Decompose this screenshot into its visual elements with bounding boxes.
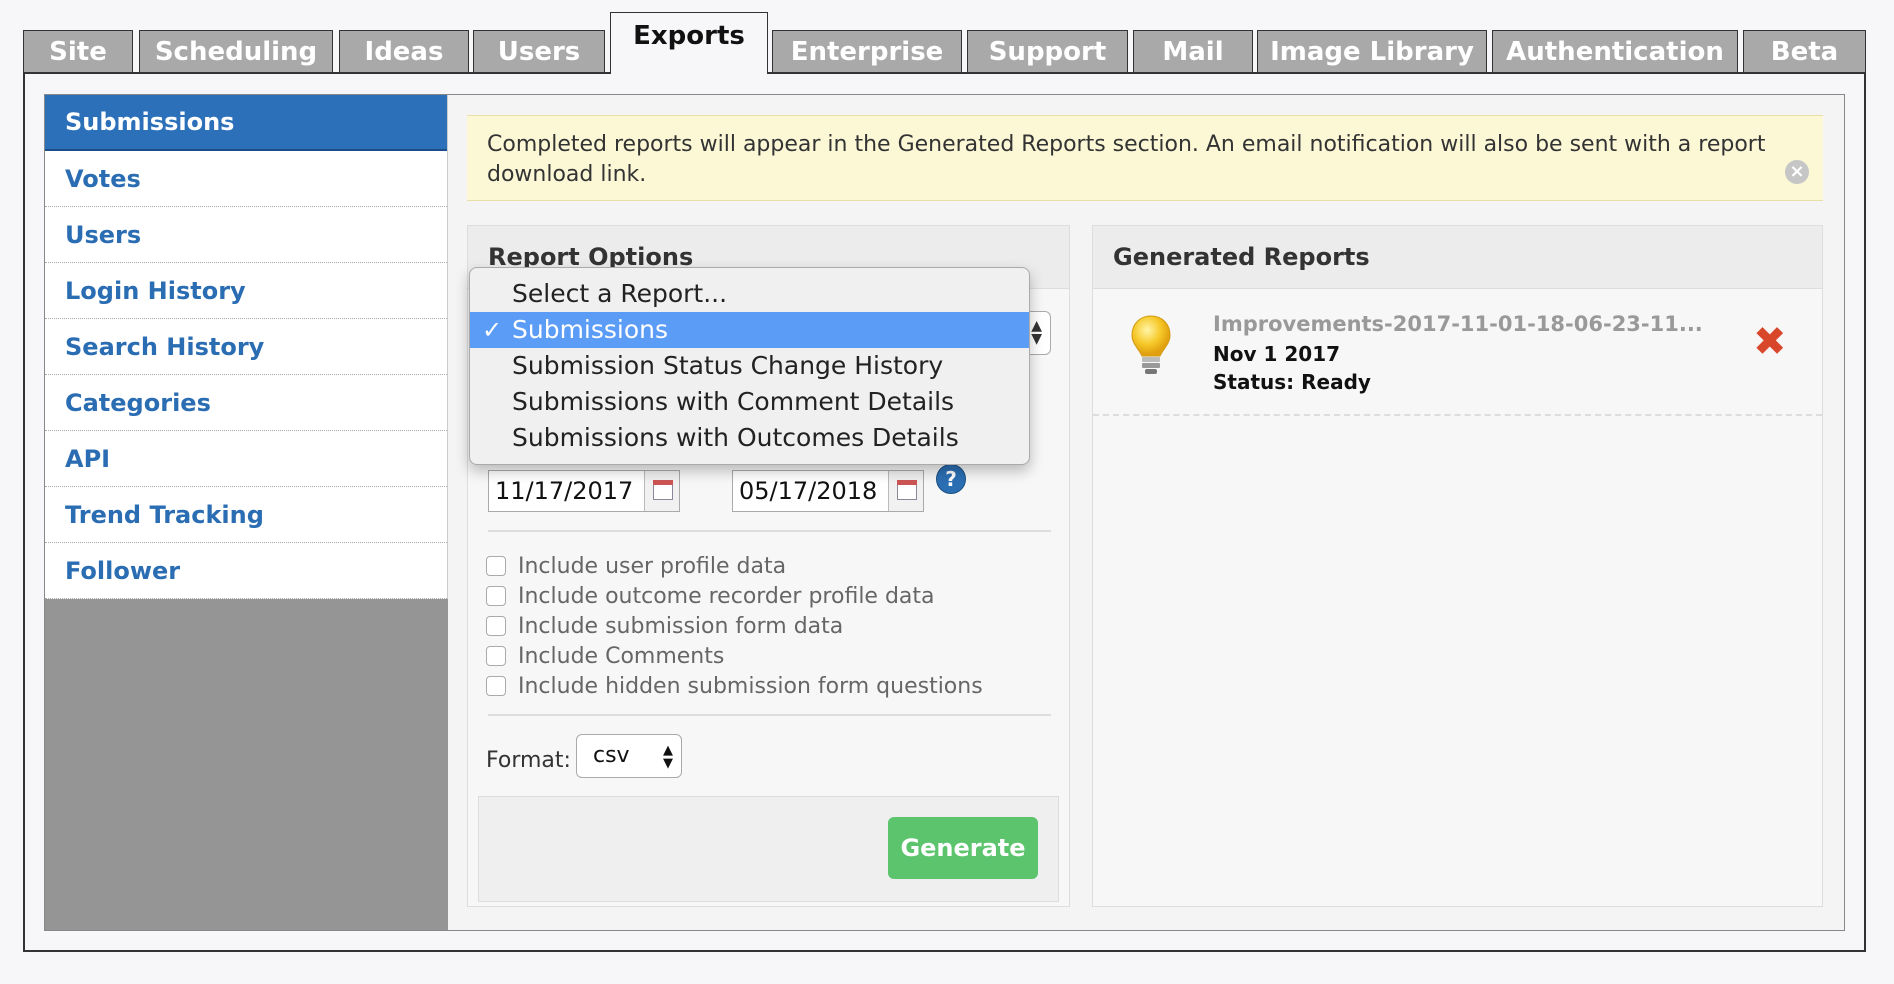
date-to-input[interactable]: 05/17/2018 <box>732 470 924 512</box>
checkbox[interactable] <box>486 586 506 606</box>
checkbox-label: Include hidden submission form questions <box>518 673 983 699</box>
tab-site[interactable]: Site <box>23 30 133 72</box>
checkbox[interactable] <box>486 616 506 636</box>
dropdown-option[interactable]: Submissions with Outcomes Details <box>470 420 1029 456</box>
generate-area: Generate <box>478 796 1059 902</box>
tab-enterprise[interactable]: Enterprise <box>772 30 962 72</box>
calendar-icon[interactable] <box>888 471 923 511</box>
tab-authentication[interactable]: Authentication <box>1492 30 1738 72</box>
generated-reports-title: Generated Reports <box>1093 226 1822 289</box>
option-label: Submissions with Outcomes Details <box>512 423 959 452</box>
sidebar: Submissions Votes Users Login History Se… <box>45 95 448 930</box>
delete-icon[interactable]: ✖ <box>1753 322 1787 362</box>
option-label: Select a Report... <box>512 279 728 308</box>
select-arrows-icon: ▲ ▼ <box>1031 318 1042 347</box>
alert-text: Completed reports will appear in the Gen… <box>487 132 1766 187</box>
checkbox-label: Include Comments <box>518 643 725 669</box>
sidebar-item-login-history[interactable]: Login History <box>45 263 447 319</box>
checkbox-label: Include submission form data <box>518 613 844 639</box>
checkbox[interactable] <box>486 556 506 576</box>
select-arrows-icon: ▲ ▼ <box>663 743 673 771</box>
tab-exports[interactable]: Exports <box>610 12 768 74</box>
tab-users[interactable]: Users <box>473 30 605 72</box>
dropdown-option[interactable]: Select a Report... <box>470 276 1029 312</box>
help-icon[interactable]: ? <box>936 464 966 494</box>
checkbox-include-user-profile[interactable]: Include user profile data <box>486 551 786 581</box>
calendar-icon[interactable] <box>644 471 679 511</box>
sidebar-item-follower[interactable]: Follower <box>45 543 447 599</box>
format-label: Format: <box>486 748 571 773</box>
checkmark-icon: ✓ <box>482 316 503 344</box>
tab-beta[interactable]: Beta <box>1743 30 1866 72</box>
sidebar-item-users[interactable]: Users <box>45 207 447 263</box>
checkbox-include-comments[interactable]: Include Comments <box>486 641 724 671</box>
checkbox-label: Include user profile data <box>518 553 787 579</box>
date-to-value: 05/17/2018 <box>739 477 878 505</box>
sidebar-item-trend-tracking[interactable]: Trend Tracking <box>45 487 447 543</box>
report-date: Nov 1 2017 <box>1213 342 1341 366</box>
report-name-link[interactable]: Improvements-2017-11-01-18-06-23-11... <box>1213 312 1703 336</box>
report-type-dropdown: Select a Report... ✓ Submissions Submiss… <box>469 267 1030 465</box>
sidebar-item-search-history[interactable]: Search History <box>45 319 447 375</box>
option-label: Submissions <box>512 315 669 344</box>
top-tabs: Site Scheduling Ideas Users Exports Ente… <box>0 0 1894 74</box>
tab-ideas[interactable]: Ideas <box>339 30 469 72</box>
checkbox[interactable] <box>486 646 506 666</box>
sidebar-item-api[interactable]: API <box>45 431 447 487</box>
sidebar-list: Submissions Votes Users Login History Se… <box>45 95 448 599</box>
close-icon[interactable]: × <box>1785 160 1809 184</box>
checkbox-include-outcome-recorder[interactable]: Include outcome recorder profile data <box>486 581 935 611</box>
checkbox-include-hidden-questions[interactable]: Include hidden submission form questions <box>486 671 983 701</box>
sidebar-item-categories[interactable]: Categories <box>45 375 447 431</box>
exports-panel: Submissions Votes Users Login History Se… <box>44 94 1845 931</box>
option-label: Submissions with Comment Details <box>512 387 955 416</box>
option-label: Submission Status Change History <box>512 351 944 380</box>
report-status: Status: Ready <box>1213 370 1371 394</box>
info-alert: Completed reports will appear in the Gen… <box>467 115 1823 201</box>
dropdown-option[interactable]: Submissions with Comment Details <box>470 384 1029 420</box>
checkbox-include-submission-form[interactable]: Include submission form data <box>486 611 843 641</box>
tab-scheduling[interactable]: Scheduling <box>139 30 333 72</box>
checkbox-label: Include outcome recorder profile data <box>518 583 935 609</box>
generated-reports-panel: Generated Reports Improvements-2017-11-0… <box>1092 225 1823 907</box>
format-value: csv <box>593 743 630 768</box>
tab-image-library[interactable]: Image Library <box>1257 30 1487 72</box>
divider <box>488 530 1051 532</box>
tab-support[interactable]: Support <box>967 30 1128 72</box>
divider <box>488 714 1051 716</box>
date-from-value: 11/17/2017 <box>495 477 634 505</box>
sidebar-item-submissions[interactable]: Submissions <box>45 95 447 151</box>
format-select[interactable]: csv ▲ ▼ <box>576 734 682 778</box>
sidebar-item-votes[interactable]: Votes <box>45 151 447 207</box>
checkbox[interactable] <box>486 676 506 696</box>
tab-mail[interactable]: Mail <box>1133 30 1253 72</box>
lightbulb-icon <box>1131 315 1171 374</box>
dropdown-option[interactable]: Submission Status Change History <box>470 348 1029 384</box>
generate-button[interactable]: Generate <box>888 817 1038 879</box>
dropdown-option-selected[interactable]: ✓ Submissions <box>470 312 1029 348</box>
list-item: Improvements-2017-11-01-18-06-23-11... N… <box>1093 288 1822 416</box>
date-from-input[interactable]: 11/17/2017 <box>488 470 680 512</box>
